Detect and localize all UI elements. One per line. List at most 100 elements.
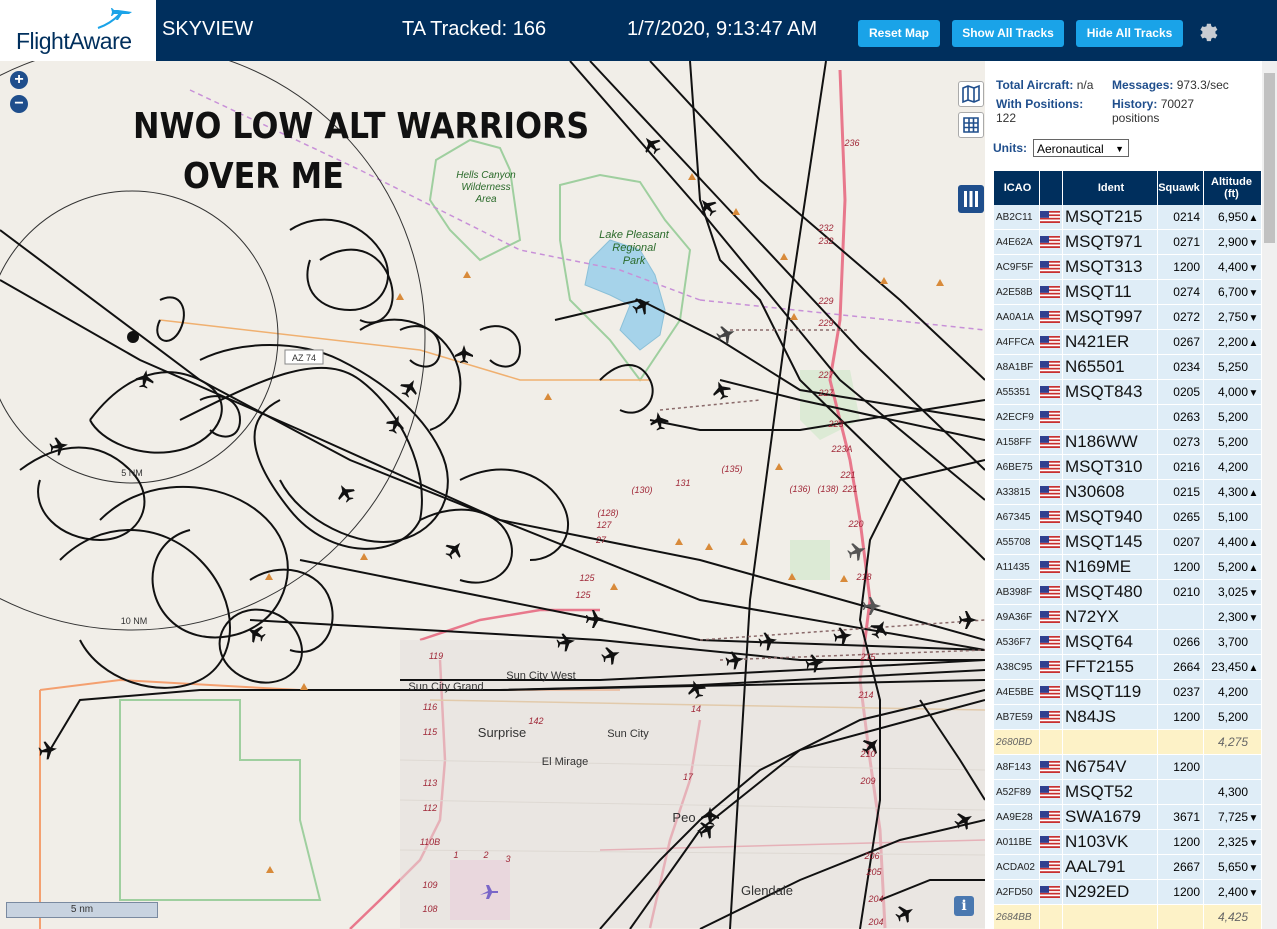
aircraft-row[interactable]: A8A1BF N65501 0234 5,250 xyxy=(994,354,1262,380)
row-ident: MSQT971 xyxy=(1062,229,1158,255)
aircraft-row[interactable]: A2FD50 N292ED 1200 2,400▼ xyxy=(994,879,1262,905)
row-ident: MSQT119 xyxy=(1062,679,1158,705)
svg-text:(138): (138) xyxy=(817,484,838,494)
aircraft-row[interactable]: 2680BD 4,275 xyxy=(994,729,1262,755)
row-altitude: 4,300▲ xyxy=(1203,479,1262,505)
altitude-trend-icon: ▲ xyxy=(1248,213,1259,224)
aircraft-row[interactable]: A55351 MSQT843 0205 4,000▼ xyxy=(994,379,1262,405)
row-squawk: 0267 xyxy=(1157,329,1204,355)
us-flag-icon xyxy=(1040,410,1060,423)
grid-toggle-button[interactable] xyxy=(958,112,984,138)
aircraft-row[interactable]: A158FF N186WW 0273 5,200 xyxy=(994,429,1262,455)
row-flag xyxy=(1039,254,1063,280)
svg-text:232: 232 xyxy=(817,223,833,233)
row-ident: MSQT480 xyxy=(1062,579,1158,605)
row-ident xyxy=(1062,404,1158,430)
aircraft-row[interactable]: A11435 N169ME 1200 5,200▲ xyxy=(994,554,1262,580)
us-flag-icon xyxy=(1040,885,1060,898)
row-altitude: 5,200 xyxy=(1203,704,1262,730)
overlay-caption-line1: NWO LOW ALT WARRIORS xyxy=(133,106,590,147)
aircraft-row[interactable]: A011BE N103VK 1200 2,325▼ xyxy=(994,829,1262,855)
row-squawk: 1200 xyxy=(1157,754,1204,780)
units-select[interactable]: Aeronautical ▼ xyxy=(1033,139,1129,157)
scrollbar-thumb[interactable] xyxy=(1264,73,1275,243)
us-flag-icon xyxy=(1040,285,1060,298)
aircraft-row[interactable]: A6BE75 MSQT310 0216 4,200 xyxy=(994,454,1262,480)
map-view[interactable]: Hells Canyon Wilderness Area Lake Pleasa… xyxy=(0,61,985,929)
aircraft-row[interactable]: AA9E28 SWA1679 3671 7,725▼ xyxy=(994,804,1262,830)
aircraft-row[interactable]: A4FFCA N421ER 0267 2,200▲ xyxy=(994,329,1262,355)
col-altitude[interactable]: Altitude (ft) xyxy=(1203,171,1262,205)
col-squawk[interactable]: Squawk xyxy=(1157,171,1204,205)
show-all-tracks-button[interactable]: Show All Tracks xyxy=(952,20,1064,47)
aircraft-row[interactable]: ACDA02 AAL791 2667 5,650▼ xyxy=(994,854,1262,880)
panel-scrollbar[interactable] xyxy=(1262,61,1277,929)
row-ident: MSQT843 xyxy=(1062,379,1158,405)
row-altitude: 4,425 xyxy=(1203,904,1262,929)
aircraft-row[interactable]: AB7E59 N84JS 1200 5,200 xyxy=(994,704,1262,730)
aircraft-row[interactable]: 2684BB 4,425 xyxy=(994,904,1262,929)
aircraft-row[interactable]: A2ECF9 0263 5,200 xyxy=(994,404,1262,430)
aircraft-row[interactable]: A9A36F N72YX 2,300▼ xyxy=(994,604,1262,630)
row-icao: A536F7 xyxy=(994,629,1040,655)
row-ident: AAL791 xyxy=(1062,854,1158,880)
zoom-in-button[interactable]: + xyxy=(10,71,28,89)
row-altitude: 5,100 xyxy=(1203,504,1262,530)
svg-text:27: 27 xyxy=(595,535,607,545)
aircraft-row[interactable]: A67345 MSQT940 0265 5,100 xyxy=(994,504,1262,530)
aircraft-row[interactable]: A8F143 N6754V 1200 xyxy=(994,754,1262,780)
aircraft-row[interactable]: AA0A1A MSQT997 0272 2,750▼ xyxy=(994,304,1262,330)
top-bar: FlightAware SKYVIEW TA Tracked: 166 1/7/… xyxy=(0,0,1277,61)
aircraft-row[interactable]: A536F7 MSQT64 0266 3,700 xyxy=(994,629,1262,655)
row-flag xyxy=(1039,354,1063,380)
col-flag[interactable] xyxy=(1039,171,1063,205)
row-icao: A33815 xyxy=(994,479,1040,505)
aircraft-row[interactable]: A33815 N30608 0215 4,300▲ xyxy=(994,479,1262,505)
altitude-trend-icon: ▲ xyxy=(1248,488,1259,499)
altitude-trend-icon: ▼ xyxy=(1248,888,1259,899)
svg-text:127: 127 xyxy=(596,520,612,530)
aircraft-row[interactable]: A2E58B MSQT11 0274 6,700▼ xyxy=(994,279,1262,305)
row-icao: A4FFCA xyxy=(994,329,1040,355)
row-squawk: 0274 xyxy=(1157,279,1204,305)
flightaware-logo[interactable]: FlightAware xyxy=(0,0,156,61)
map-canvas[interactable]: Hells Canyon Wilderness Area Lake Pleasa… xyxy=(0,61,985,929)
aircraft-row[interactable]: A52F89 MSQT52 4,300 xyxy=(994,779,1262,805)
row-icao: A2E58B xyxy=(994,279,1040,305)
svg-text:1: 1 xyxy=(453,850,458,860)
row-altitude: 6,950▲ xyxy=(1203,205,1262,230)
row-altitude: 4,300 xyxy=(1203,779,1262,805)
aircraft-row[interactable]: AB398F MSQT480 0210 3,025▼ xyxy=(994,579,1262,605)
hide-all-tracks-button[interactable]: Hide All Tracks xyxy=(1076,20,1183,47)
row-flag xyxy=(1039,329,1063,355)
us-flag-icon xyxy=(1040,435,1060,448)
column-toggle-button[interactable] xyxy=(958,185,984,213)
row-squawk xyxy=(1157,604,1204,630)
svg-text:227: 227 xyxy=(817,388,834,398)
row-icao: 2684BB xyxy=(994,904,1040,929)
us-flag-icon xyxy=(1040,810,1060,823)
row-flag xyxy=(1039,554,1063,580)
svg-text:109: 109 xyxy=(422,880,437,890)
aircraft-row[interactable]: AB2C11 MSQT215 0214 6,950▲ xyxy=(994,205,1262,230)
aircraft-row[interactable]: A4E5BE MSQT119 0237 4,200 xyxy=(994,679,1262,705)
aircraft-row[interactable]: AC9F5F MSQT313 1200 4,400▼ xyxy=(994,254,1262,280)
svg-text:125: 125 xyxy=(575,590,591,600)
aircraft-row[interactable]: A55708 MSQT145 0207 4,400▲ xyxy=(994,529,1262,555)
row-flag xyxy=(1039,529,1063,555)
col-ident[interactable]: Ident xyxy=(1062,171,1158,205)
aircraft-row[interactable]: A38C95 FFT2155 2664 23,450▲ xyxy=(994,654,1262,680)
zoom-out-button[interactable]: − xyxy=(10,95,28,113)
map-layers-button[interactable] xyxy=(958,81,984,107)
gear-icon[interactable] xyxy=(1194,18,1218,42)
aircraft-row[interactable]: A4E62A MSQT971 0271 2,900▼ xyxy=(994,229,1262,255)
info-button[interactable]: i xyxy=(954,896,974,916)
svg-text:223A: 223A xyxy=(830,444,852,454)
col-icao[interactable]: ICAO xyxy=(994,171,1040,205)
svg-text:116: 116 xyxy=(423,702,437,712)
reset-map-button[interactable]: Reset Map xyxy=(858,20,940,47)
row-squawk: 1200 xyxy=(1157,829,1204,855)
row-ident: MSQT52 xyxy=(1062,779,1158,805)
svg-text:209: 209 xyxy=(859,776,875,786)
svg-text:14: 14 xyxy=(691,704,701,714)
